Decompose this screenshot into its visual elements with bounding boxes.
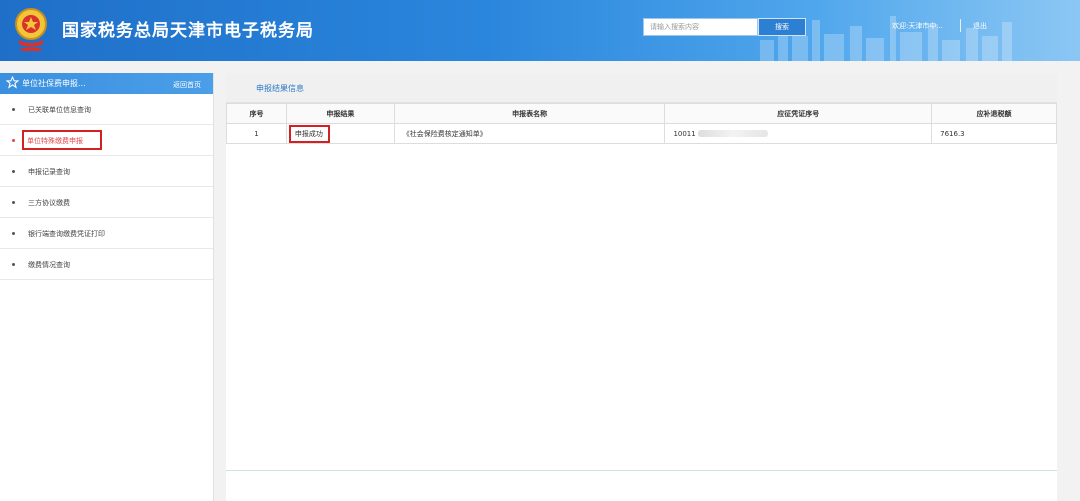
- section-header: 申报结果信息: [226, 73, 1057, 103]
- sidebar-item-linked-unit-query[interactable]: 已关联单位信息查询: [0, 94, 213, 125]
- sidebar-item-label: 已关联单位信息查询: [28, 106, 91, 114]
- sidebar: 单位社保费申报... 返回首页 已关联单位信息查询 单位特殊缴费申报 申报记录查…: [0, 73, 214, 501]
- column-header-voucher-no: 应征凭证序号: [664, 103, 933, 124]
- column-header-index: 序号: [226, 103, 287, 124]
- voucher-number: 10011: [673, 129, 696, 138]
- bullet: [12, 108, 15, 111]
- sidebar-item-bank-voucher-print[interactable]: 银行端查询缴费凭证打印: [0, 218, 213, 249]
- sidebar-item-tripartite-agreement-payment[interactable]: 三方协议缴费: [0, 187, 213, 218]
- sidebar-item-payment-status-query[interactable]: 缴费情况查询: [0, 249, 213, 280]
- sidebar-item-special-payment-declaration[interactable]: 单位特殊缴费申报: [0, 125, 213, 156]
- sidebar-item-label: 三方协议缴费: [28, 199, 70, 207]
- bullet: [12, 263, 15, 266]
- star-icon: [6, 76, 19, 89]
- cell-result: 申报成功: [285, 123, 395, 144]
- search-input[interactable]: 请输入搜索内容: [643, 18, 758, 36]
- column-header-form-name: 申报表名称: [393, 103, 666, 124]
- sidebar-item-label: 缴费情况查询: [28, 261, 70, 269]
- top-header: 国家税务总局天津市电子税务局 请输入搜索内容 搜索 欢迎:天津市中... 退出: [0, 0, 1080, 61]
- redacted-blur: [697, 130, 768, 137]
- logout-link[interactable]: 退出: [973, 21, 987, 31]
- declaration-result-table: 序号 申报结果 申报表名称 应征凭证序号 应补退税额 1 申报成功 《社会保险费…: [226, 103, 1057, 144]
- header-divider: [960, 19, 961, 32]
- column-header-result: 申报结果: [285, 103, 395, 124]
- welcome-user-text: 欢迎:天津市中...: [892, 22, 944, 30]
- bullet: [12, 201, 15, 204]
- tax-emblem-icon: [15, 8, 47, 51]
- table-row: 1 申报成功 《社会保险费核定通知单》 10011 7616.3: [226, 123, 1057, 144]
- sidebar-item-declaration-record-query[interactable]: 申报记录查询: [0, 156, 213, 187]
- bottom-divider: [226, 470, 1057, 471]
- return-home-link[interactable]: 返回首页: [173, 80, 201, 90]
- section-title: 申报结果信息: [256, 84, 304, 93]
- sidebar-item-label: 银行端查询缴费凭证打印: [28, 230, 105, 238]
- cell-amount: 7616.3: [931, 123, 1057, 144]
- table-header-row: 序号 申报结果 申报表名称 应征凭证序号 应补退税额: [226, 103, 1057, 124]
- sidebar-item-label: 申报记录查询: [28, 168, 70, 176]
- column-header-amount: 应补退税额: [931, 103, 1057, 124]
- site-title: 国家税务总局天津市电子税务局: [62, 21, 314, 41]
- bullet: [12, 139, 15, 142]
- sidebar-header: 单位社保费申报... 返回首页: [0, 73, 213, 94]
- highlight-box: [22, 130, 102, 150]
- cell-voucher-no: 10011: [664, 123, 933, 144]
- sidebar-title: 单位社保费申报...: [22, 79, 86, 88]
- bullet: [12, 232, 15, 235]
- main-panel: 申报结果信息 序号 申报结果 申报表名称 应征凭证序号 应补退税额 1 申报成功: [226, 73, 1057, 501]
- bullet: [12, 170, 15, 173]
- cell-index: 1: [226, 123, 287, 144]
- search-button[interactable]: 搜索: [758, 18, 806, 36]
- cell-form-name: 《社会保险费核定通知单》: [393, 123, 666, 144]
- highlight-box: [288, 125, 330, 143]
